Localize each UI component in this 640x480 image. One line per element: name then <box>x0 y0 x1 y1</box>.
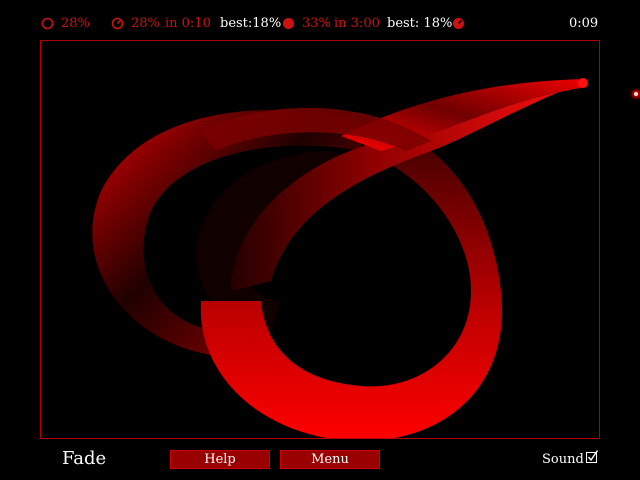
goal-best: best: 18% <box>387 16 453 31</box>
level-name: Fade <box>62 448 107 469</box>
current-percent: 28% <box>61 16 90 31</box>
play-field[interactable] <box>40 40 600 439</box>
menu-button[interactable]: Menu <box>280 450 380 469</box>
clock-icon <box>111 17 124 30</box>
hud-bar: 28% 28% in 0:10 best:18% 33% in 3:00 bes… <box>0 14 640 34</box>
game-screen: 28% 28% in 0:10 best:18% 33% in 3:00 bes… <box>0 0 640 480</box>
player-cursor <box>634 92 638 96</box>
timed-percent: 28% <box>131 16 160 31</box>
empty-circle-icon <box>41 17 54 30</box>
sound-label: Sound <box>542 452 584 467</box>
timed-best: best:18% <box>220 16 282 31</box>
timed-time: in 0:10 <box>165 16 211 31</box>
clock-check-icon <box>453 18 464 29</box>
goal-time: in 3:00 <box>334 16 380 31</box>
game-timer: 0:09 <box>569 16 599 31</box>
filled-circle-icon <box>283 18 294 29</box>
help-button[interactable]: Help <box>170 450 270 469</box>
goal-percent: 33% <box>302 16 331 31</box>
sound-checkbox[interactable] <box>586 450 599 463</box>
red-swirl-shape <box>92 78 588 438</box>
